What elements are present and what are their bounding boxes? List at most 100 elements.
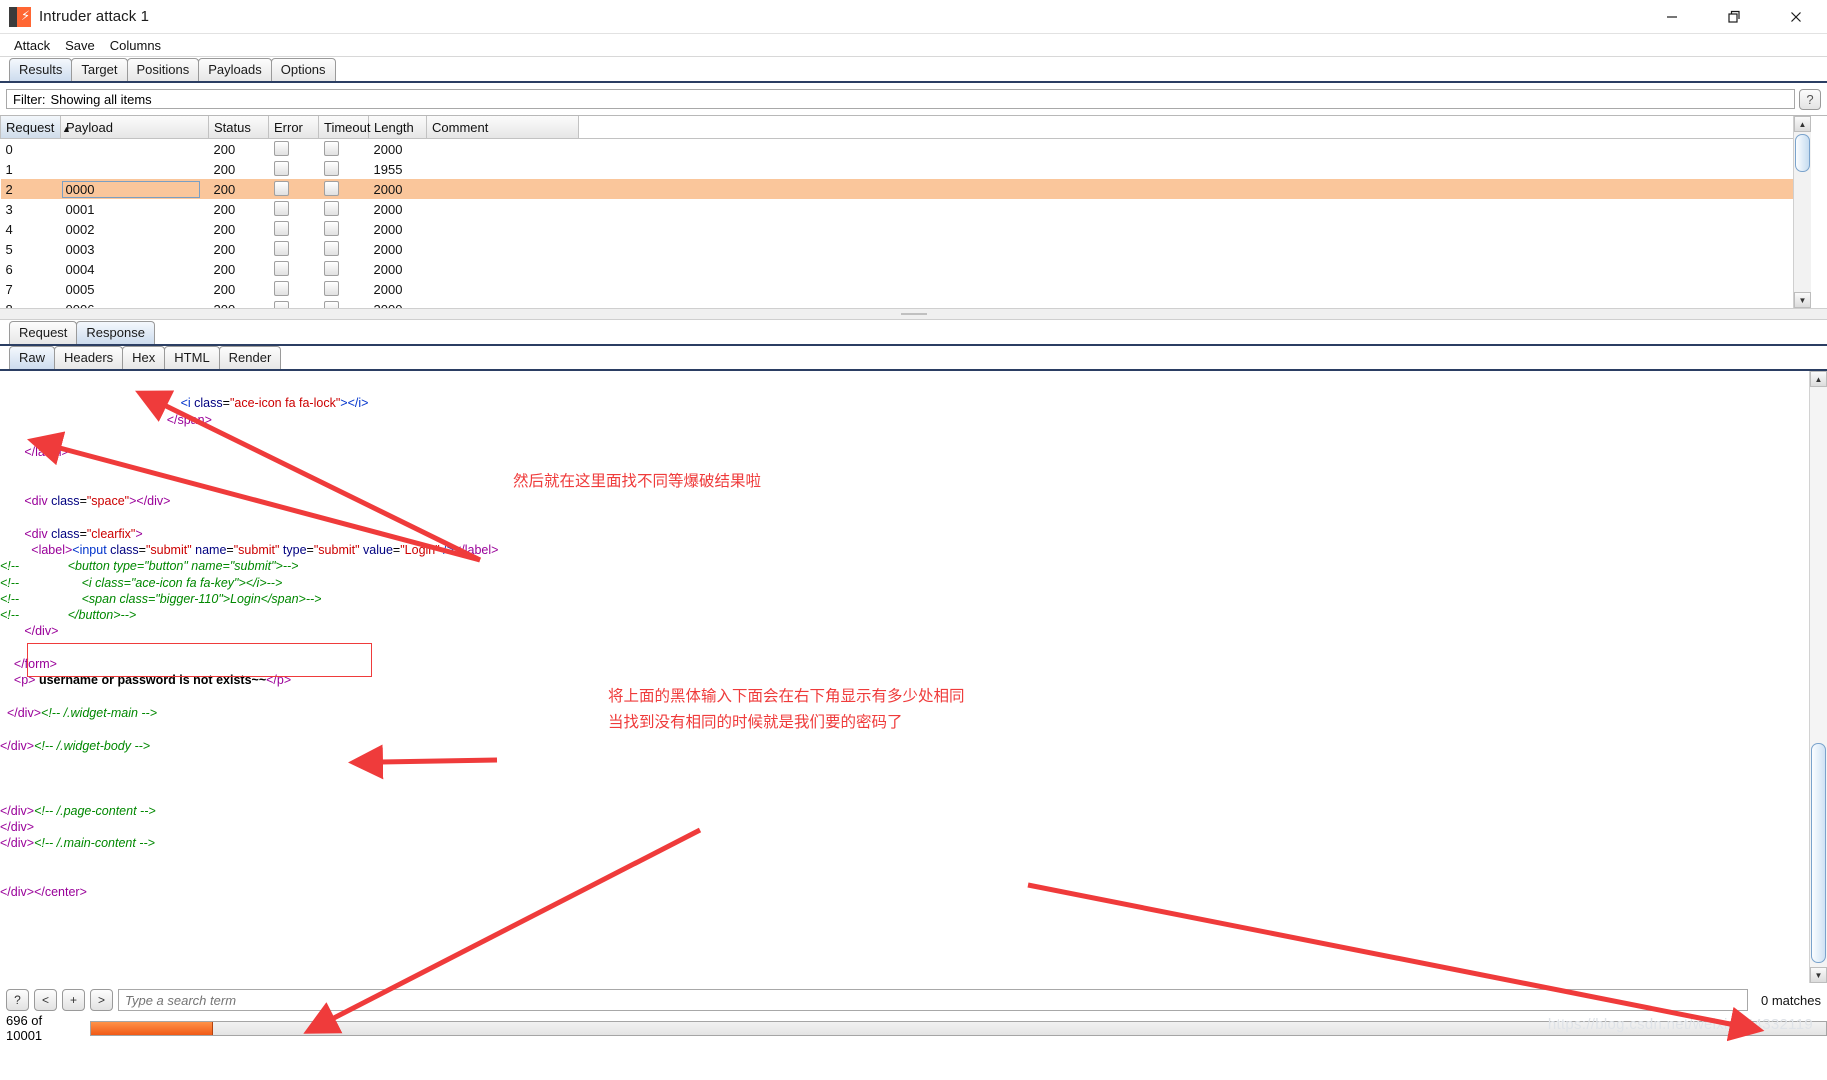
cell-error[interactable] — [269, 199, 319, 219]
error-checkbox[interactable] — [273, 201, 289, 216]
response-code-body[interactable]: <i class="ace-icon fa fa-lock"></i> </sp… — [0, 371, 1809, 983]
timeout-checkbox[interactable] — [323, 281, 339, 296]
cell-timeout[interactable] — [319, 299, 369, 308]
col-header-length[interactable]: Length — [368, 116, 427, 139]
tab-target[interactable]: Target — [71, 58, 128, 81]
cell-error[interactable] — [269, 259, 319, 279]
menu-save[interactable]: Save — [59, 37, 101, 54]
search-bar: ? < + > 0 matches — [0, 983, 1827, 1017]
minimize-icon[interactable] — [1641, 0, 1703, 33]
search-next-button[interactable]: > — [90, 989, 113, 1011]
cell-timeout[interactable] — [319, 159, 369, 179]
timeout-checkbox[interactable] — [323, 181, 339, 196]
timeout-checkbox[interactable] — [323, 221, 339, 236]
col-header-timeout[interactable]: Timeout — [318, 116, 370, 139]
tab-render[interactable]: Render — [218, 346, 282, 369]
error-checkbox[interactable] — [273, 141, 289, 156]
payload-edit-box[interactable]: 0000 — [61, 180, 200, 198]
cell-payload[interactable]: 0005 — [61, 279, 209, 299]
panel-splitter[interactable] — [0, 308, 1827, 320]
table-row[interactable]: 4 0002 200 2000 — [1, 219, 1794, 239]
menu-attack[interactable]: Attack — [8, 37, 56, 54]
table-row[interactable]: 5 0003 200 2000 — [1, 239, 1794, 259]
tab-raw[interactable]: Raw — [9, 346, 56, 369]
cell-payload[interactable] — [61, 159, 209, 179]
results-vertical-scrollbar[interactable]: ▲ ▼ — [1793, 116, 1811, 308]
tab-payloads[interactable]: Payloads — [198, 58, 272, 81]
error-checkbox[interactable] — [273, 181, 289, 196]
close-icon[interactable] — [1765, 0, 1827, 33]
cell-timeout[interactable] — [319, 239, 369, 259]
tab-results[interactable]: Results — [9, 58, 73, 81]
scroll-down-icon[interactable]: ▼ — [1794, 292, 1811, 308]
tab-response[interactable]: Response — [76, 321, 155, 344]
cell-error[interactable] — [269, 239, 319, 259]
cell-error[interactable] — [268, 179, 319, 199]
cell-payload[interactable] — [61, 139, 209, 160]
tab-positions[interactable]: Positions — [126, 58, 200, 81]
tab-headers[interactable]: Headers — [54, 346, 124, 369]
table-row[interactable]: 2 0000 200 2000 — [0, 179, 1793, 199]
cell-payload[interactable]: 0000 — [60, 179, 209, 199]
cell-payload[interactable]: 0003 — [61, 239, 209, 259]
timeout-checkbox[interactable] — [323, 141, 339, 156]
error-checkbox[interactable] — [273, 281, 289, 296]
tab-html[interactable]: HTML — [164, 346, 220, 369]
cell-payload[interactable]: 0004 — [61, 259, 209, 279]
col-header-request[interactable]: Request ▲ — [0, 116, 71, 139]
col-header-comment[interactable]: Comment — [426, 116, 579, 139]
table-row[interactable]: 80006200 2000 — [1, 299, 1794, 308]
cell-timeout[interactable] — [319, 199, 369, 219]
search-input[interactable] — [118, 989, 1749, 1011]
error-checkbox[interactable] — [273, 221, 289, 236]
col-header-status[interactable]: Status — [208, 116, 269, 139]
search-add-button[interactable]: + — [62, 989, 85, 1011]
error-checkbox[interactable] — [273, 301, 289, 308]
table-row[interactable]: 0 200 2000 — [1, 139, 1794, 160]
tab-hex[interactable]: Hex — [122, 346, 166, 369]
code-scroll-thumb[interactable] — [1811, 743, 1826, 963]
tab-options[interactable]: Options — [270, 58, 336, 81]
error-checkbox[interactable] — [273, 261, 289, 276]
cell-timeout[interactable] — [319, 219, 369, 239]
table-row[interactable]: 6 0004 200 2000 — [1, 259, 1794, 279]
code-scroll-down-icon[interactable]: ▼ — [1810, 967, 1827, 983]
cell-timeout[interactable] — [318, 179, 369, 199]
filter-field[interactable]: Filter: Showing all items — [6, 89, 1795, 109]
cell-error[interactable] — [269, 159, 319, 179]
table-row[interactable]: 1 200 1955 — [1, 159, 1794, 179]
menu-columns[interactable]: Columns — [104, 37, 167, 54]
cell-error[interactable] — [269, 299, 319, 308]
code-vertical-scrollbar[interactable]: ▲ ▼ — [1809, 371, 1827, 983]
col-header-error[interactable]: Error — [268, 116, 319, 139]
timeout-checkbox[interactable] — [323, 261, 339, 276]
cell-timeout[interactable] — [319, 259, 369, 279]
error-checkbox[interactable] — [273, 161, 289, 176]
cell-timeout[interactable] — [319, 139, 369, 160]
filter-help-button[interactable]: ? — [1799, 88, 1821, 110]
timeout-checkbox[interactable] — [323, 241, 339, 256]
search-help-button[interactable]: ? — [6, 989, 29, 1011]
cell-payload[interactable]: 0001 — [61, 199, 209, 219]
col-header-payload[interactable]: Payload — [60, 116, 209, 139]
timeout-checkbox[interactable] — [323, 301, 339, 308]
maximize-icon[interactable] — [1703, 0, 1765, 33]
cell-error[interactable] — [269, 139, 319, 160]
results-scroll-thumb[interactable] — [1795, 134, 1810, 172]
timeout-checkbox[interactable] — [323, 201, 339, 216]
scroll-up-icon[interactable]: ▲ — [1794, 116, 1811, 132]
tab-request[interactable]: Request — [9, 321, 78, 344]
cell-comment — [427, 159, 579, 179]
table-row[interactable]: 3 0001 200 2000 — [1, 199, 1794, 219]
table-row[interactable]: 7 0005 200 2000 — [1, 279, 1794, 299]
cell-timeout[interactable] — [319, 279, 369, 299]
cell-payload[interactable]: 0002 — [61, 219, 209, 239]
code-scroll-up-icon[interactable]: ▲ — [1810, 371, 1827, 387]
cell-error[interactable] — [269, 219, 319, 239]
search-prev-button[interactable]: < — [34, 989, 57, 1011]
cell-comment — [427, 279, 579, 299]
timeout-checkbox[interactable] — [323, 161, 339, 176]
cell-payload[interactable]: 0006 — [61, 299, 209, 309]
error-checkbox[interactable] — [273, 241, 289, 256]
cell-error[interactable] — [269, 279, 319, 299]
